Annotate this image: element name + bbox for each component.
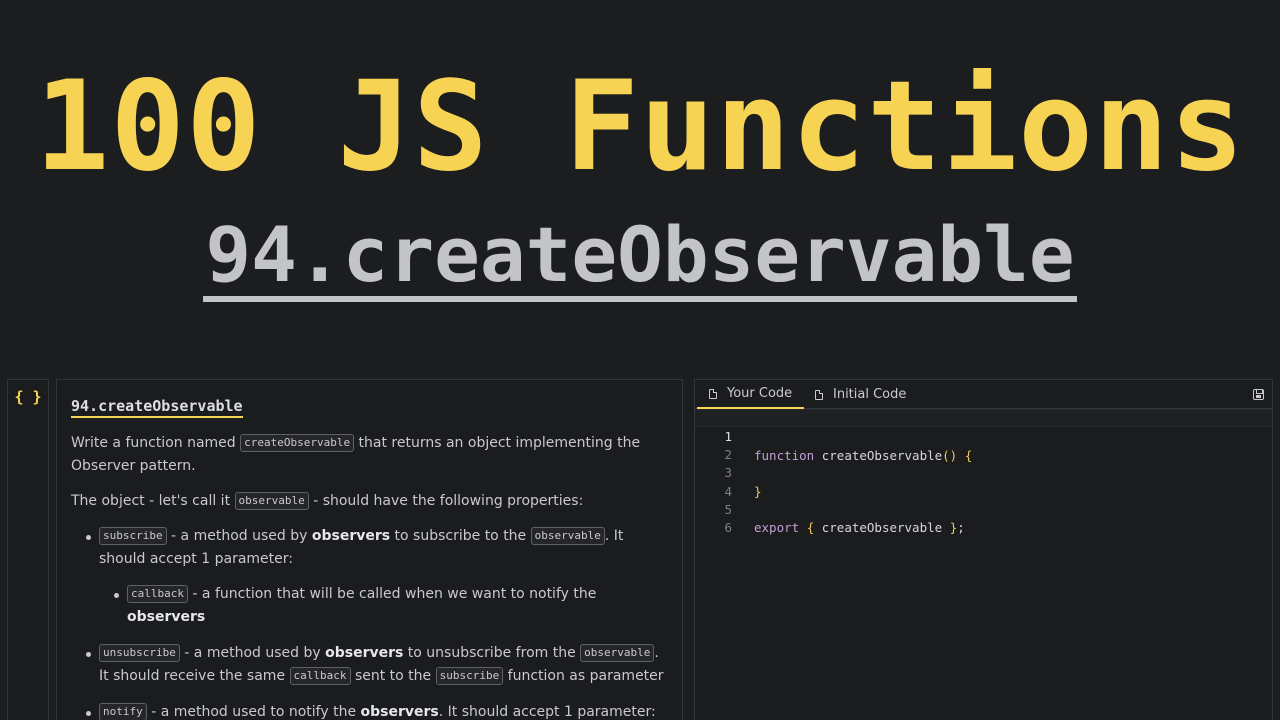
tab-initial-code[interactable]: Initial Code bbox=[803, 380, 918, 409]
editor-tabs: Your Code Initial Code bbox=[695, 380, 1272, 409]
code-line[interactable]: 5 export { createObservable }; bbox=[695, 483, 1272, 535]
file-icon bbox=[709, 388, 717, 399]
inline-code: notify bbox=[99, 703, 147, 720]
identifier: createObservable bbox=[814, 520, 950, 536]
text: - a method used by bbox=[166, 528, 312, 544]
text: function as parameter bbox=[503, 668, 664, 684]
inline-code: observable bbox=[530, 527, 605, 545]
code-line[interactable]: 4 bbox=[695, 464, 1272, 499]
inline-code: observable bbox=[234, 492, 309, 510]
bold-text: observers bbox=[360, 704, 439, 720]
text: sent to the bbox=[350, 668, 436, 684]
bold-text: observers bbox=[127, 609, 206, 625]
sub-list: callback - a function that will be calle… bbox=[99, 583, 668, 629]
code-line[interactable]: 1 function createObservable() { bbox=[695, 409, 1272, 463]
file-icon bbox=[815, 389, 823, 400]
text: Write a function named bbox=[71, 435, 241, 451]
inline-code: subscribe bbox=[99, 527, 167, 545]
list-item-unsubscribe: unsubscribe - a method used by observers… bbox=[86, 642, 668, 688]
keyword: export bbox=[754, 520, 800, 536]
code-editor-panel: Your Code Initial Code 1 function create… bbox=[694, 379, 1273, 720]
description-paragraph-2: The object - let's call it observable - … bbox=[71, 490, 668, 513]
description-paragraph-1: Write a function named createObservable … bbox=[71, 432, 668, 478]
description-panel: 94.createObservable Write a function nam… bbox=[56, 379, 683, 720]
inline-code: subscribe bbox=[435, 667, 504, 685]
hero-title: 100 JS Functions bbox=[34, 55, 1246, 199]
text: - should have the following properties: bbox=[308, 493, 584, 509]
code-area[interactable]: 1 function createObservable() { 2 3 } 4 … bbox=[695, 409, 1272, 535]
inline-code: callback bbox=[289, 667, 351, 685]
inline-code: createObservable bbox=[240, 434, 355, 452]
tab-your-code[interactable]: Your Code bbox=[697, 380, 805, 409]
properties-list: subscribe - a method used by observers t… bbox=[71, 525, 668, 720]
text: - a method used by bbox=[179, 645, 326, 661]
text: to unsubscribe from the bbox=[403, 645, 581, 661]
inline-code: callback bbox=[127, 585, 188, 603]
code-line[interactable]: 3 } bbox=[695, 446, 1272, 498]
side-rail: { } bbox=[7, 379, 49, 720]
tab-label: Initial Code bbox=[833, 387, 907, 402]
tab-label: Your Code bbox=[727, 386, 793, 401]
hero-subtitle: 94.createObservable bbox=[203, 214, 1077, 302]
bold-text: observers bbox=[325, 645, 404, 661]
text: . It should accept 1 parameter: bbox=[438, 704, 656, 720]
inline-code: unsubscribe bbox=[99, 644, 180, 662]
text: - a method used to notify the bbox=[146, 704, 361, 720]
list-item-callback: callback - a function that will be calle… bbox=[114, 583, 668, 629]
inline-code: observable bbox=[580, 644, 655, 662]
text: The object - let's call it bbox=[71, 493, 235, 509]
code-line[interactable]: 6 bbox=[695, 501, 1272, 535]
list-item-notify: notify - a method used to notify the obs… bbox=[86, 701, 668, 720]
braces-icon[interactable]: { } bbox=[8, 388, 48, 406]
line-number: 6 bbox=[724, 520, 732, 536]
save-icon[interactable] bbox=[1253, 389, 1264, 400]
text: to subscribe to the bbox=[390, 528, 531, 544]
list-item-subscribe: subscribe - a method used by observers t… bbox=[86, 525, 668, 629]
description-title: 94.createObservable bbox=[71, 396, 243, 418]
text: - a function that will be called when we… bbox=[187, 586, 597, 602]
hero-subtitle-wrap: 94.createObservable bbox=[0, 214, 1280, 302]
code-line[interactable]: 2 bbox=[695, 427, 1272, 462]
semicolon: ; bbox=[957, 520, 965, 536]
bold-text: observers bbox=[311, 528, 391, 544]
